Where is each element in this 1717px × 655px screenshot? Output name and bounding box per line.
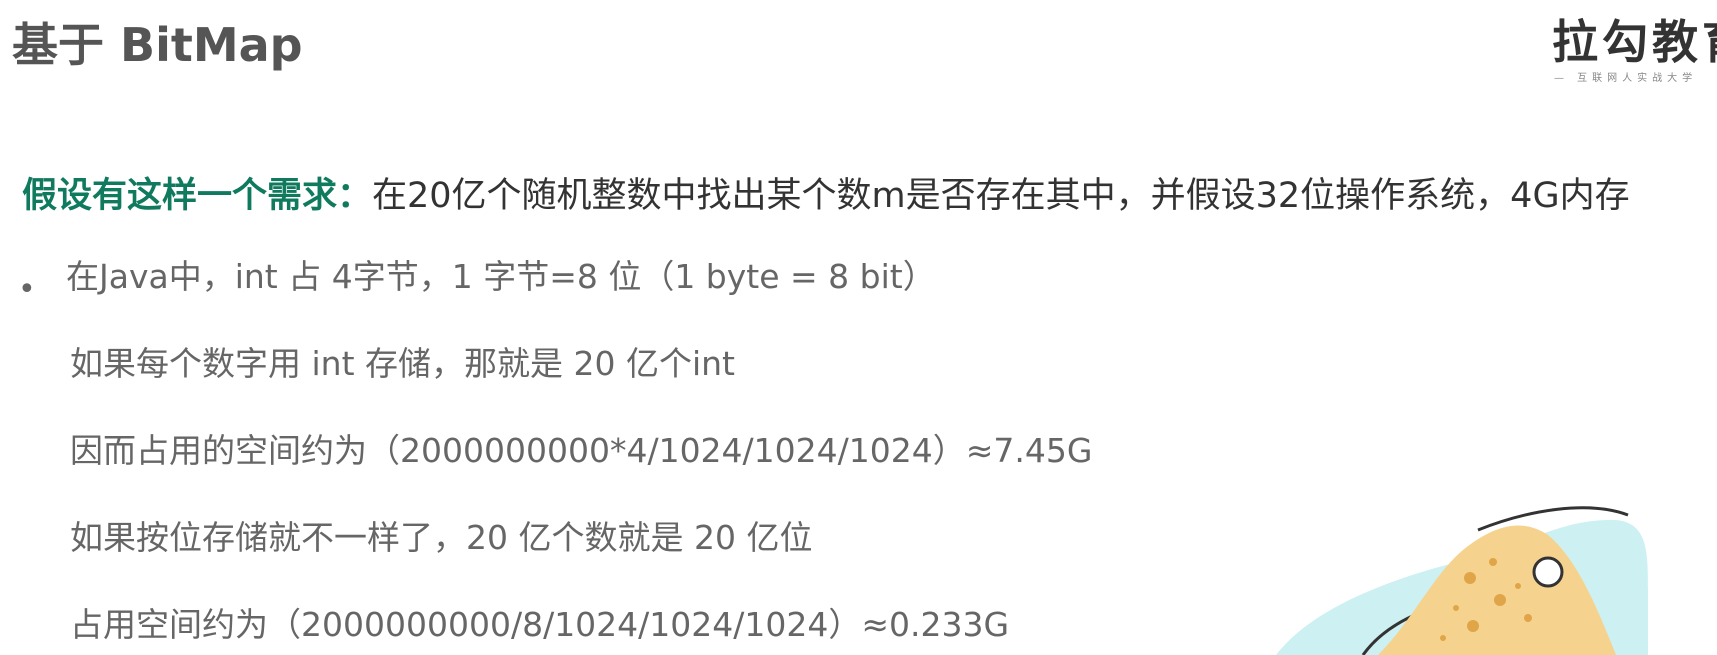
line-bit-space: 占用空间约为（2000000000/8/1024/1024/1024）≈0.23… <box>70 605 1010 644</box>
decorative-illustration <box>1268 500 1717 655</box>
bullet-dot: • <box>18 272 36 307</box>
requirement-label: 假设有这样一个需求： <box>22 176 373 216</box>
sand-dot <box>1524 614 1532 622</box>
slide-title: 基于 BitMap <box>12 18 303 72</box>
sand-dot <box>1494 594 1506 606</box>
requirement-statement: 假设有这样一个需求：在20亿个随机整数中找出某个数m是否存在其中，并假设32位操… <box>22 165 1630 227</box>
brand-logo-tagline: — 互联网人实战大学 <box>1554 73 1698 84</box>
sand-dot <box>1453 605 1459 611</box>
sand-pile-illustration <box>1276 506 1648 655</box>
sand-dot <box>1489 558 1497 566</box>
sand-dot <box>1515 583 1521 589</box>
hole <box>1532 556 1564 588</box>
line-int-storage: 如果每个数字用 int 存储，那就是 20 亿个int <box>70 344 735 383</box>
sand-dot <box>1440 635 1446 641</box>
sand-dot <box>1464 572 1476 584</box>
sand-dot <box>1467 620 1479 632</box>
line-int-size: 在Java中，int 占 4字节，1 字节=8 位（1 byte = 8 bit… <box>66 257 936 296</box>
brand-logo-name: 拉勾教育 <box>1552 15 1717 69</box>
line-int-space: 因而占用的空间约为（2000000000*4/1024/1024/1024）≈7… <box>70 431 1093 470</box>
brand-logo: 拉勾教育 — 互联网人实战大学 <box>1552 12 1717 86</box>
line-bit-storage: 如果按位存储就不一样了，20 亿个数就是 20 亿位 <box>70 518 813 557</box>
requirement-text: 在20亿个随机整数中找出某个数m是否存在其中，并假设32位操作系统，4G内存 <box>372 176 1630 216</box>
